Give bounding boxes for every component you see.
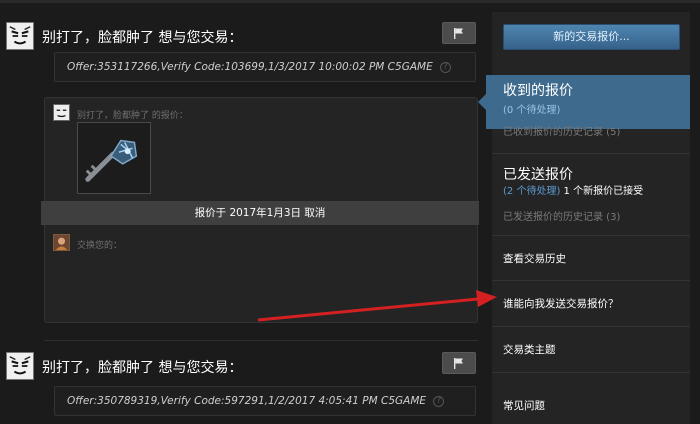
sidebar-divider xyxy=(492,326,690,327)
trade-sidebar: 新的交易报价... 收到的报价 (0 个待处理) 已收到报价的历史记录 (5) … xyxy=(478,12,690,424)
report-flag-button[interactable] xyxy=(442,352,476,374)
offer-message-text: Offer:353117266,Verify Code:103699,1/3/2… xyxy=(67,61,433,73)
trade-items-box: 别打了，脸都肿了 的报价： 报价于 2017年1月3日 取消 交换您的： xyxy=(41,97,479,323)
received-history-link[interactable]: 已收到报价的历史记录 (5) xyxy=(503,123,620,138)
help-icon[interactable]: ? xyxy=(433,395,445,407)
report-flag-button[interactable] xyxy=(442,22,476,44)
received-offers-title: 收到的报价 xyxy=(503,83,573,99)
avatar[interactable] xyxy=(6,352,34,380)
your-items-label: 交换您的： xyxy=(77,241,123,251)
partner-avatar-small xyxy=(53,104,70,121)
trade-item-slot[interactable] xyxy=(77,122,151,194)
who-can-send-offers-link[interactable]: 谁能向我发送交易报价？ xyxy=(503,296,619,311)
sidebar-divider xyxy=(492,153,690,154)
offer-divider xyxy=(44,340,478,341)
faq-link[interactable]: 常见问题 xyxy=(503,398,545,413)
sent-offers-status: (2 个待处理) 1 个新报价已接受 xyxy=(503,182,643,197)
my-avatar-small xyxy=(53,234,70,251)
sidebar-divider xyxy=(492,280,690,281)
top-border xyxy=(0,0,700,3)
trade-offer: 别打了，脸都肿了 想与您交易： Offer:350789319,Verify C… xyxy=(6,352,480,424)
sent-history-link[interactable]: 已发送报价的历史记录 (3) xyxy=(503,208,620,223)
offer-title: 别打了，脸都肿了 想与您交易： xyxy=(42,30,243,46)
key-icon xyxy=(85,139,138,182)
offer-message: Offer:350789319,Verify Code:597291,1/2/2… xyxy=(54,386,476,416)
offer-message: Offer:353117266,Verify Code:103699,1/3/2… xyxy=(54,52,476,82)
help-icon[interactable]: ? xyxy=(440,61,452,73)
offer-header: 别打了，脸都肿了 想与您交易： xyxy=(6,352,480,382)
sidebar-divider xyxy=(492,235,690,236)
avatar[interactable] xyxy=(6,22,34,50)
flag-icon xyxy=(454,28,463,39)
flag-icon xyxy=(454,358,463,369)
offer-status-bar: 报价于 2017年1月3日 取消 xyxy=(41,201,479,225)
sidebar-divider xyxy=(492,372,690,373)
offer-header: 别打了，脸都肿了 想与您交易： xyxy=(6,22,480,52)
partner-offer-label: 别打了，脸都肿了 的报价： xyxy=(77,111,188,121)
received-pending-count: (0 个待处理) xyxy=(503,105,561,116)
trade-history-link[interactable]: 查看交易历史 xyxy=(503,251,566,266)
sent-pending-count[interactable]: (2 个待处理) xyxy=(503,186,560,197)
offer-title: 别打了，脸都肿了 想与您交易： xyxy=(42,360,243,376)
sent-offers-title[interactable]: 已发送报价 xyxy=(503,164,573,184)
offer-message-text: Offer:350789319,Verify Code:597291,1/2/2… xyxy=(67,395,427,407)
tab-received-offers[interactable]: 收到的报价 (0 个待处理) xyxy=(478,75,690,129)
sent-accepted-count: 1 个新报价已接受 xyxy=(563,186,644,197)
new-trade-offer-button[interactable]: 新的交易报价... xyxy=(503,24,680,50)
trading-topics-link[interactable]: 交易类主题 xyxy=(503,342,556,357)
